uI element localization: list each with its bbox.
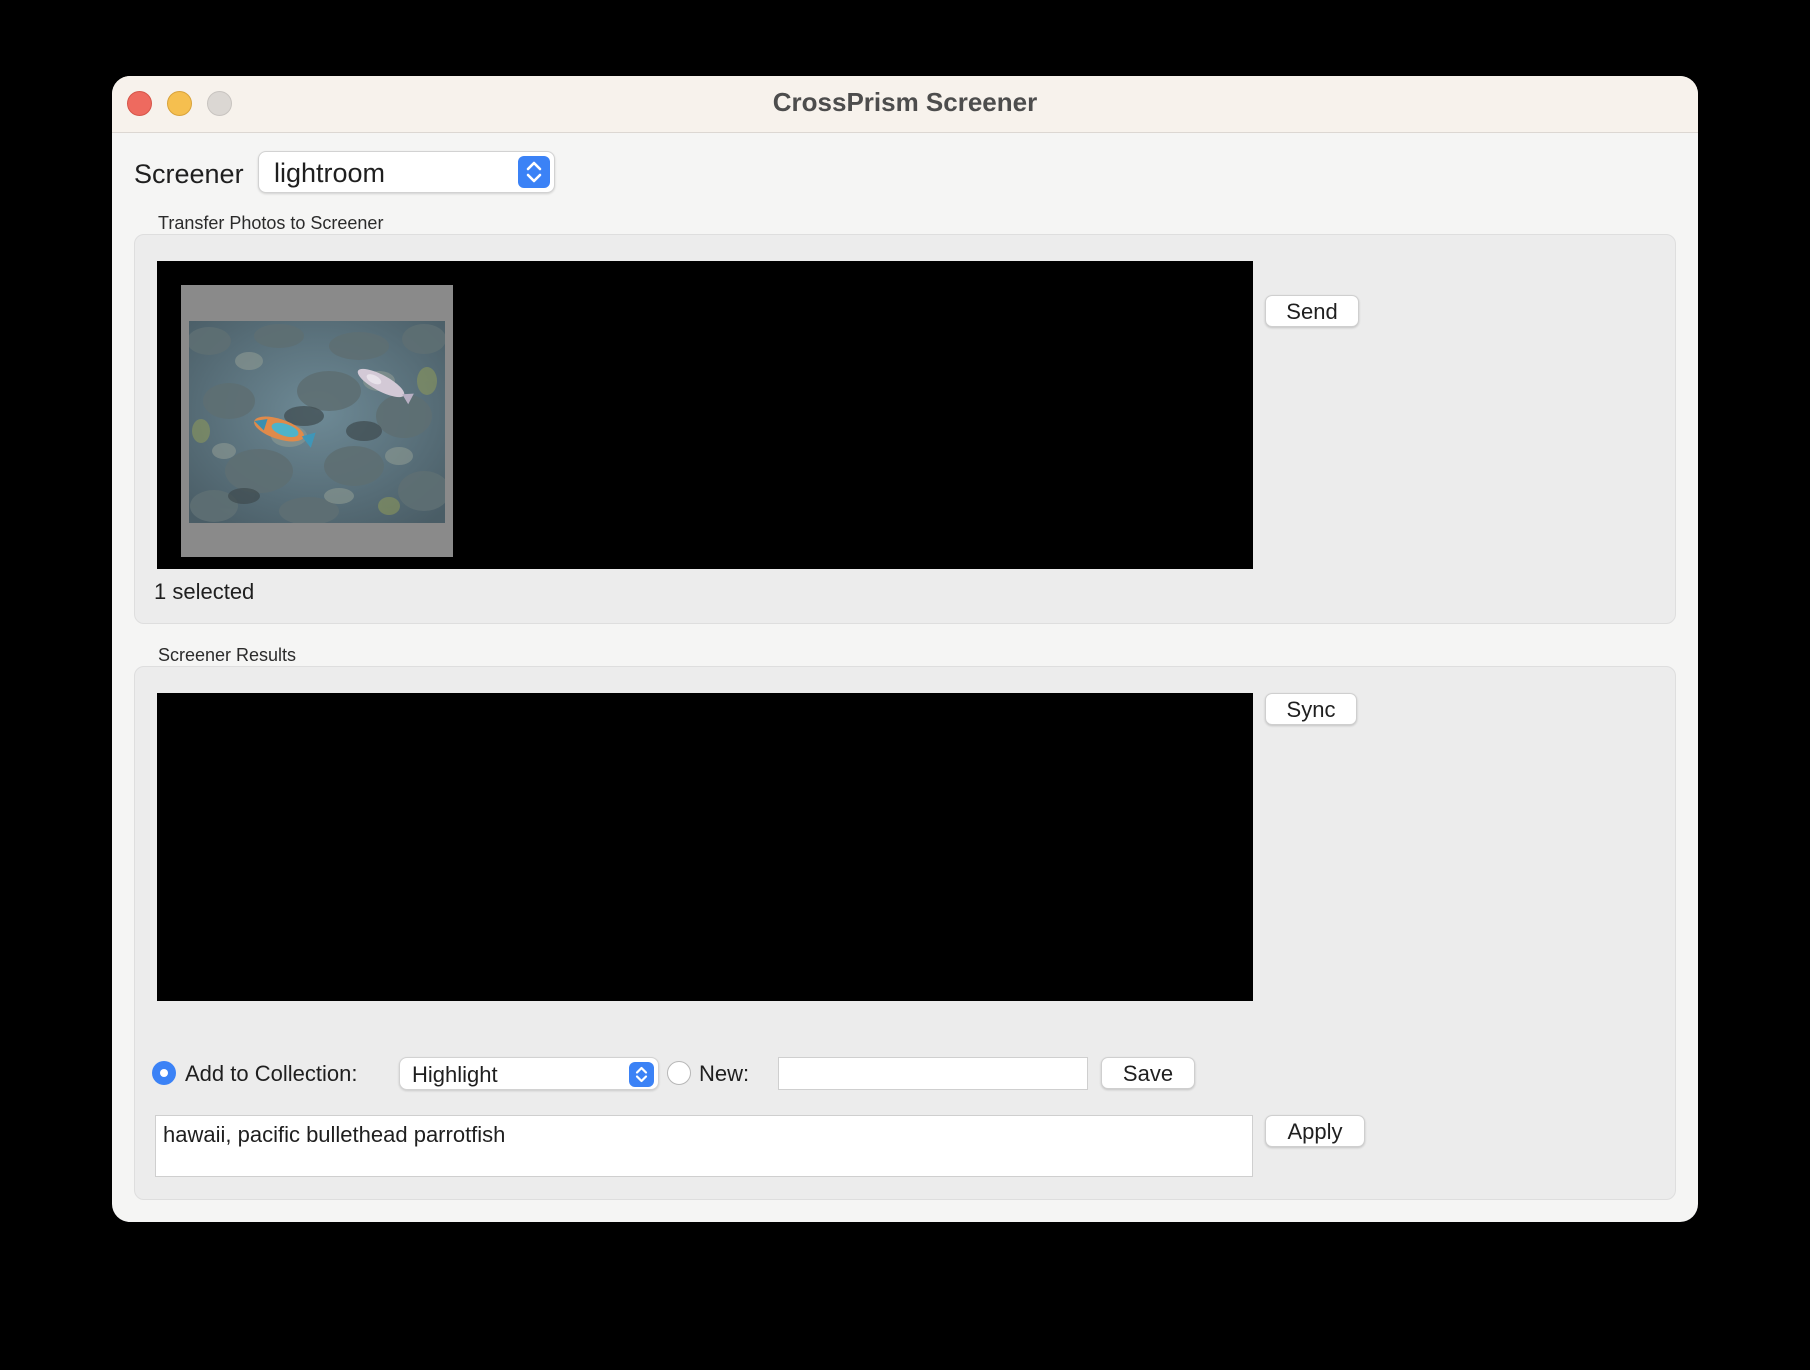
underwater-fish-photo <box>189 321 445 523</box>
photo-browser[interactable] <box>157 261 1253 569</box>
save-button[interactable]: Save <box>1101 1057 1195 1089</box>
sync-button[interactable]: Sync <box>1265 693 1357 725</box>
keywords-value: hawaii, pacific bullethead parrotfish <box>163 1122 506 1147</box>
screener-popup-value: lightroom <box>274 158 386 188</box>
new-collection-field[interactable] <box>778 1057 1088 1090</box>
up-down-chevron-icon <box>629 1062 654 1087</box>
new-collection-radio[interactable] <box>667 1061 691 1085</box>
transfer-group: Send 1 selected <box>134 234 1676 624</box>
send-button[interactable]: Send <box>1265 295 1359 327</box>
new-collection-label: New: <box>699 1061 750 1086</box>
screener-popup[interactable]: lightroom <box>258 151 555 193</box>
selection-status: 1 selected <box>154 579 255 604</box>
transfer-group-label: Transfer Photos to Screener <box>158 213 384 233</box>
window-title: CrossPrism Screener <box>772 87 1038 117</box>
results-browser[interactable] <box>157 693 1253 1001</box>
up-down-chevron-icon <box>518 156 550 188</box>
keywords-field[interactable]: hawaii, pacific bullethead parrotfish <box>155 1115 1253 1177</box>
add-to-collection-label: Add to Collection: <box>185 1061 358 1086</box>
app-window: CrossPrism Screener Screener lightroom T… <box>112 76 1698 1222</box>
screener-label: Screener <box>134 159 244 189</box>
photo-thumbnail-cell[interactable] <box>181 285 453 557</box>
results-group: Sync Add to Collection: Highlight New: S… <box>134 666 1676 1200</box>
collection-popup[interactable]: Highlight <box>399 1057 659 1090</box>
add-to-collection-radio[interactable] <box>152 1061 176 1085</box>
results-group-label: Screener Results <box>158 645 297 665</box>
title-bar[interactable]: CrossPrism Screener <box>112 76 1698 133</box>
collection-popup-value: Highlight <box>412 1062 498 1087</box>
apply-button[interactable]: Apply <box>1265 1115 1365 1147</box>
